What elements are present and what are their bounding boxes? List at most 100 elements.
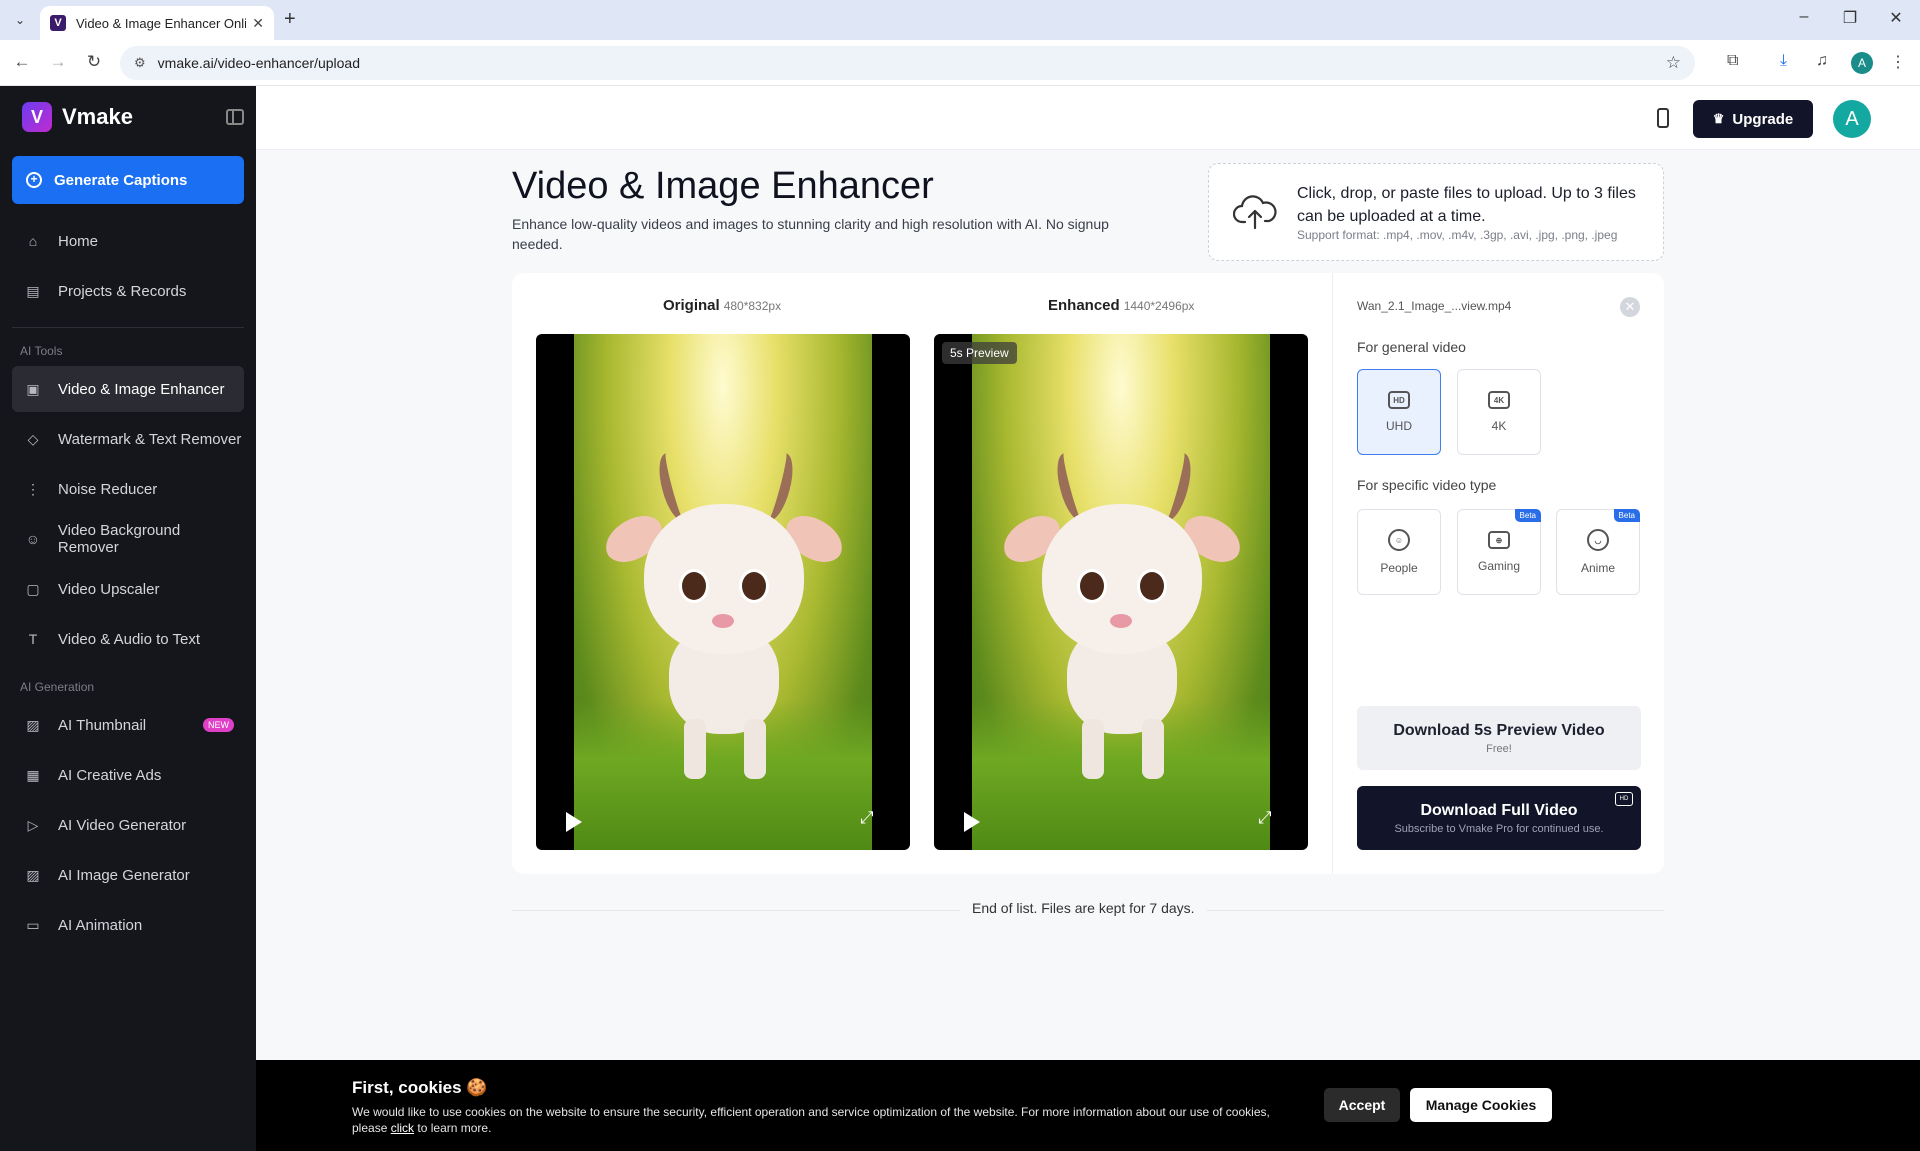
file-name: Wan_2.1_Image_...view.mp4 (1357, 299, 1512, 313)
forward-icon[interactable]: → (48, 52, 68, 72)
4k-icon: ▢ (26, 580, 40, 597)
manage-cookies-button[interactable]: Manage Cookies (1410, 1088, 1552, 1122)
browser-profile-avatar[interactable]: A (1851, 52, 1873, 74)
option-label: UHD (1386, 419, 1412, 433)
panel-divider (1332, 273, 1333, 874)
chrome-menu-icon[interactable]: ⋮ (1890, 52, 1906, 72)
sidebar-item-noise-reducer[interactable]: ⋮ Noise Reducer (12, 466, 244, 512)
specific-video-label: For specific video type (1357, 477, 1497, 493)
play-icon: ▷ (27, 816, 39, 833)
ai-generation-heading: AI Generation (20, 680, 95, 694)
play-icon[interactable] (566, 812, 582, 832)
general-video-label: For general video (1357, 339, 1466, 355)
download-preview-title: Download 5s Preview Video (1393, 722, 1605, 739)
sidebar-item-label: AI Image Generator (58, 866, 190, 884)
new-badge: NEW (203, 718, 234, 732)
site-info-icon[interactable]: ⚙ (134, 55, 146, 71)
generate-captions-button[interactable]: + Generate Captions (12, 156, 244, 204)
sidebar-item-ai-animation[interactable]: ▭ AI Animation (12, 902, 244, 948)
option-label: Gaming (1477, 559, 1521, 573)
sidebar-item-ai-video-generator[interactable]: ▷ AI Video Generator (12, 802, 244, 848)
option-4k[interactable]: 4K 4K (1457, 369, 1541, 455)
window-close-icon[interactable]: ✕ (1884, 8, 1908, 28)
sidebar-item-watermark-remover[interactable]: ◇ Watermark & Text Remover (12, 416, 244, 462)
sidebar-item-video-image-enhancer[interactable]: ▣ Video & Image Enhancer (12, 366, 244, 412)
cookie-learn-more-link[interactable]: click (391, 1121, 414, 1135)
browser-tabbar: ⌄ V Video & Image Enhancer Online ✕ + – … (0, 0, 1920, 40)
sidebar-item-home[interactable]: ⌂ Home (12, 218, 244, 264)
gamepad-icon: ⊕ (1488, 531, 1510, 549)
plus-circle-icon: + (26, 172, 42, 188)
original-title: Original (663, 297, 720, 314)
original-video-player[interactable]: ⤢ (536, 334, 910, 850)
option-people[interactable]: ☺ People (1357, 509, 1441, 595)
upload-formats: Support format: .mp4, .mov, .m4v, .3gp, … (1297, 228, 1618, 242)
sidebar-item-label: Video Background Remover (57, 522, 181, 556)
sidebar-item-label: AI Video Generator (58, 816, 187, 834)
avatar[interactable]: A (1833, 100, 1871, 138)
restore-icon[interactable]: ❐ (1838, 8, 1862, 28)
text-icon: T (28, 631, 38, 647)
sidebar-item-ai-image-generator[interactable]: ▨ AI Image Generator (12, 852, 244, 898)
option-label: People (1380, 561, 1418, 575)
sidebar-item-label: AI Thumbnail (58, 716, 147, 734)
original-dimensions: 480*832px (723, 299, 782, 313)
cookie-text: We would like to use cookies on the webs… (352, 1104, 1302, 1136)
enhanced-video-frame (972, 334, 1270, 850)
remove-file-icon[interactable]: ✕ (1620, 297, 1640, 317)
enhanced-label: Enhanced 1440*2496px (1048, 297, 1194, 314)
beta-badge: Beta (1613, 509, 1640, 522)
sidebar-item-label: Home (58, 232, 99, 250)
fullscreen-icon[interactable]: ⤢ (860, 808, 880, 828)
enhanced-video-player[interactable]: 5s Preview ⤢ (934, 334, 1308, 850)
download-preview-button[interactable]: Download 5s Preview Video Free! (1357, 706, 1641, 770)
top-header: ♛ Upgrade A (256, 86, 1920, 150)
sidebar-item-ai-creative-ads[interactable]: ▦ AI Creative Ads (12, 752, 244, 798)
hd-icon: ▣ (26, 380, 40, 397)
bookmark-star-icon[interactable]: ☆ (1666, 53, 1681, 73)
tab-close-icon[interactable]: ✕ (252, 15, 264, 32)
sidebar-item-label: AI Creative Ads (58, 766, 162, 784)
upload-dropzone[interactable]: Click, drop, or paste files to upload. U… (1208, 163, 1664, 261)
download-icon[interactable]: ⤓ (1780, 52, 1787, 70)
enhanced-title: Enhanced (1048, 297, 1120, 314)
media-icon[interactable]: ♫ (1816, 52, 1828, 70)
projects-icon: ▤ (26, 282, 40, 299)
original-label: Original 480*832px (663, 297, 781, 314)
brand[interactable]: V Vmake (22, 102, 133, 132)
download-full-button[interactable]: HD Download Full Video Subscribe to Vmak… (1357, 786, 1641, 850)
hd-icon: HD (1388, 391, 1410, 409)
ad-icon: ▦ (26, 766, 40, 783)
upgrade-button[interactable]: ♛ Upgrade (1693, 100, 1813, 138)
sidebar-item-label: Projects & Records (58, 282, 187, 300)
url-field[interactable]: ⚙ vmake.ai/video-enhancer/upload ☆ (120, 46, 1695, 80)
eraser-icon: ◇ (27, 430, 39, 447)
sidebar-item-video-upscaler[interactable]: ▢ Video Upscaler (12, 566, 244, 612)
accept-cookies-button[interactable]: Accept (1324, 1088, 1400, 1122)
minimize-icon[interactable]: – (1792, 8, 1816, 26)
clapper-icon: ▭ (26, 916, 40, 933)
sidebar-item-background-remover[interactable]: ☺ Video Background Remover (12, 516, 244, 562)
browser-tab[interactable]: V Video & Image Enhancer Online ✕ (40, 6, 274, 40)
sidebar-item-label: Watermark & Text Remover (58, 430, 242, 448)
address-bar-row: ← → ↻ ⚙ vmake.ai/video-enhancer/upload ☆… (0, 40, 1920, 86)
sidebar-item-label: Video & Image Enhancer (58, 380, 225, 398)
fullscreen-icon[interactable]: ⤢ (1258, 808, 1278, 828)
play-icon[interactable] (964, 812, 980, 832)
option-gaming[interactable]: Beta ⊕ Gaming (1457, 509, 1541, 595)
sidebar-item-audio-to-text[interactable]: T Video & Audio to Text (12, 616, 244, 662)
option-uhd[interactable]: HD UHD (1357, 369, 1441, 455)
option-anime[interactable]: Beta ◡ Anime (1556, 509, 1640, 595)
sidebar-collapse-icon[interactable] (226, 109, 244, 125)
back-icon[interactable]: ← (12, 52, 32, 72)
new-tab-icon[interactable]: + (284, 8, 296, 31)
sidebar-item-projects[interactable]: ▤ Projects & Records (12, 268, 244, 314)
extensions-icon[interactable]: ⧉ (1727, 52, 1738, 70)
reload-icon[interactable]: ↻ (84, 52, 104, 72)
vmake-logo-icon: V (22, 102, 52, 132)
sidebar-item-label: Noise Reducer (58, 480, 158, 498)
tab-search-icon[interactable]: ⌄ (8, 9, 32, 31)
brand-name: Vmake (62, 104, 133, 129)
sidebar-item-ai-thumbnail[interactable]: ▨ AI Thumbnail NEW (12, 702, 244, 748)
mobile-icon[interactable] (1657, 108, 1669, 128)
